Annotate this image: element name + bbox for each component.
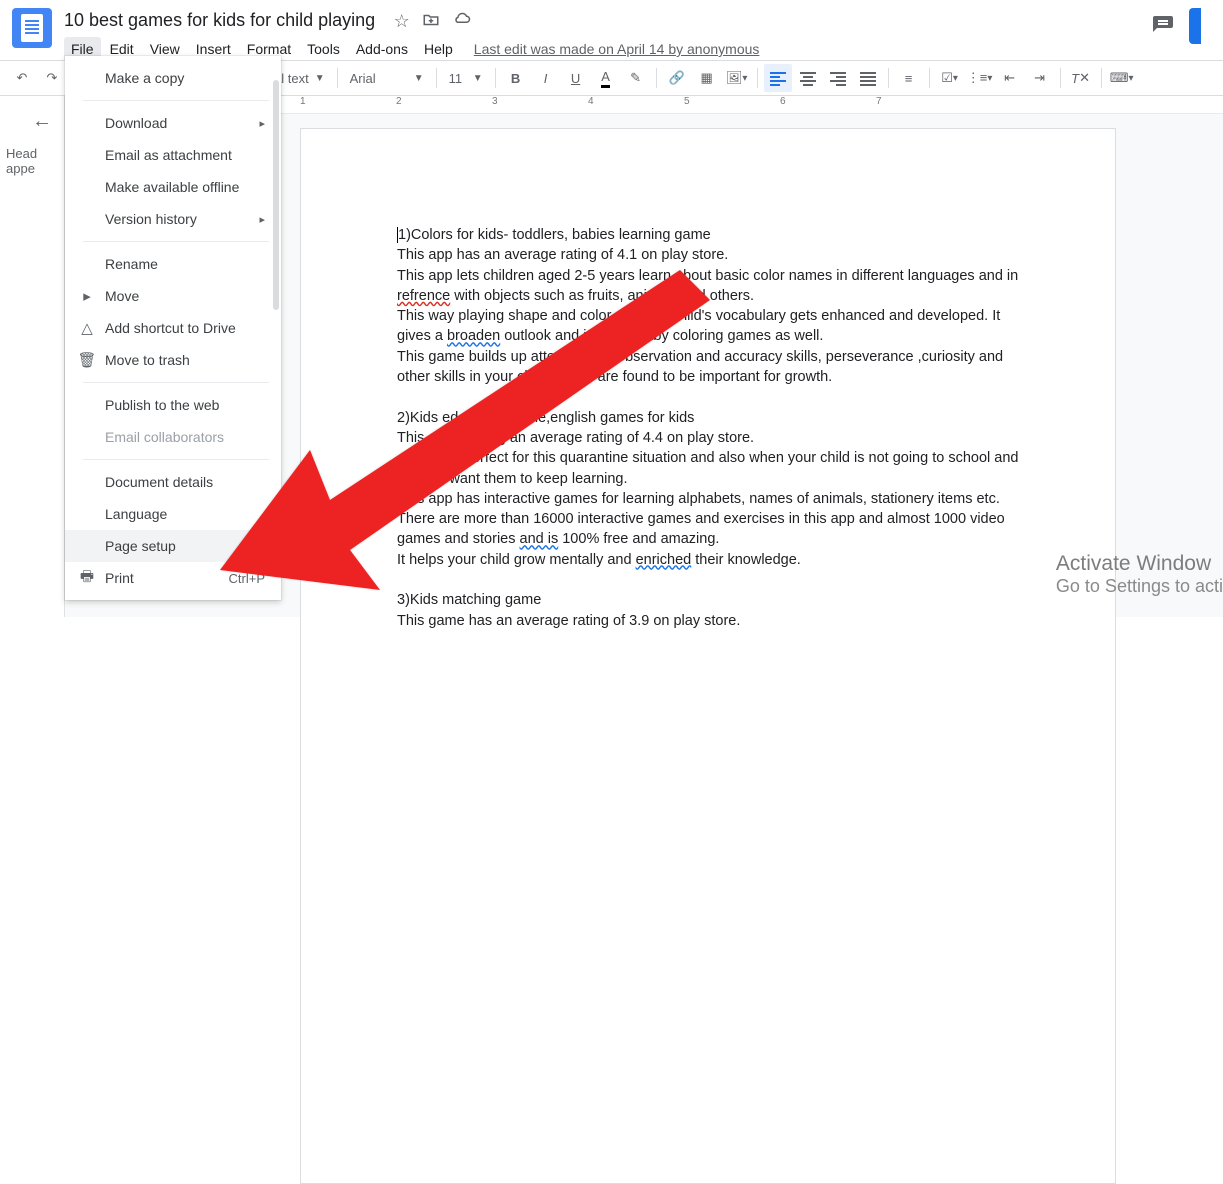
text-color-button[interactable]: A: [592, 64, 620, 92]
bullet-list-button[interactable]: ⋮≡▾: [966, 64, 994, 92]
star-icon[interactable]: ☆: [394, 11, 410, 32]
menu-help[interactable]: Help: [417, 37, 460, 61]
checklist-button[interactable]: ☑▾: [936, 64, 964, 92]
menu-make-copy[interactable]: Make a copy: [65, 62, 281, 94]
menu-email-attachment[interactable]: Email as attachment: [65, 139, 281, 171]
menu-email-collab: Email collaborators: [65, 421, 281, 453]
indent-button[interactable]: ⇥: [1026, 64, 1054, 92]
menu-tools[interactable]: Tools: [300, 37, 347, 61]
highlight-button[interactable]: ✎: [622, 64, 650, 92]
menu-trash[interactable]: 🗑Move to trash: [65, 344, 281, 376]
cloud-icon[interactable]: [452, 11, 472, 32]
input-tools-button[interactable]: ⌨▾: [1108, 64, 1136, 92]
italic-button[interactable]: I: [532, 64, 560, 92]
submenu-arrow-icon: ▸: [259, 213, 265, 226]
last-edit-link[interactable]: Last edit was made on April 14 by anonym…: [474, 41, 760, 57]
submenu-arrow-icon: ▸: [259, 117, 265, 130]
clear-format-button[interactable]: T✕: [1067, 64, 1095, 92]
share-button[interactable]: [1189, 8, 1201, 44]
comments-icon[interactable]: [1151, 14, 1175, 38]
move-icon[interactable]: [422, 11, 440, 32]
align-right-button[interactable]: [824, 64, 852, 92]
separator: [83, 241, 269, 242]
align-left-button[interactable]: [764, 64, 792, 92]
menu-download[interactable]: Download▸: [65, 107, 281, 139]
font-size-select[interactable]: 11▼: [443, 65, 489, 91]
outline-pane: ← Headappe: [0, 96, 65, 617]
outline-text: Headappe: [6, 146, 58, 176]
trash-icon: 🗑: [77, 351, 97, 369]
menu-language[interactable]: Language: [65, 498, 281, 530]
underline-button[interactable]: U: [562, 64, 590, 92]
menu-details[interactable]: Document details: [65, 466, 281, 498]
title-area: 10 best games for kids for child playing…: [64, 8, 1151, 61]
bold-button[interactable]: B: [502, 64, 530, 92]
separator: [83, 382, 269, 383]
menu-addons[interactable]: Add-ons: [349, 37, 415, 61]
document-page[interactable]: 1)Colors for kids- toddlers, babies lear…: [300, 128, 1116, 1184]
align-justify-button[interactable]: [854, 64, 882, 92]
docs-logo-icon[interactable]: [12, 8, 52, 48]
menu-shortcut[interactable]: △Add shortcut to Drive: [65, 312, 281, 344]
body-text[interactable]: 1)Colors for kids- toddlers, babies lear…: [397, 225, 1019, 631]
menu-version-history[interactable]: Version history▸: [65, 203, 281, 235]
menu-print[interactable]: 🖶PrintCtrl+P: [65, 562, 281, 594]
font-select[interactable]: Arial▼: [344, 65, 430, 91]
drive-shortcut-icon: △: [77, 319, 97, 337]
separator: [83, 459, 269, 460]
header: 10 best games for kids for child playing…: [0, 0, 1223, 60]
redo-button[interactable]: ↷: [38, 64, 66, 92]
link-button[interactable]: 🔗: [663, 64, 691, 92]
comment-button[interactable]: ▦: [693, 64, 721, 92]
line-spacing-button[interactable]: ≡: [895, 64, 923, 92]
menu-rename[interactable]: Rename: [65, 248, 281, 280]
align-center-button[interactable]: [794, 64, 822, 92]
document-title[interactable]: 10 best games for kids for child playing: [64, 8, 375, 33]
move-folder-icon: ▸: [77, 287, 97, 305]
windows-watermark: Activate Window Go to Settings to acti: [1056, 552, 1223, 597]
separator: [83, 100, 269, 101]
undo-button[interactable]: ↶: [8, 64, 36, 92]
file-dropdown: Make a copy Download▸ Email as attachmen…: [65, 56, 281, 600]
outline-back-icon[interactable]: ←: [32, 110, 52, 133]
image-button[interactable]: 🖼▾: [723, 64, 751, 92]
menu-offline[interactable]: Make available offline: [65, 171, 281, 203]
menu-publish[interactable]: Publish to the web: [65, 389, 281, 421]
outdent-button[interactable]: ⇤: [996, 64, 1024, 92]
menu-page-setup[interactable]: Page setup: [65, 530, 281, 562]
menu-move[interactable]: ▸Move: [65, 280, 281, 312]
print-icon: 🖶: [77, 566, 97, 591]
